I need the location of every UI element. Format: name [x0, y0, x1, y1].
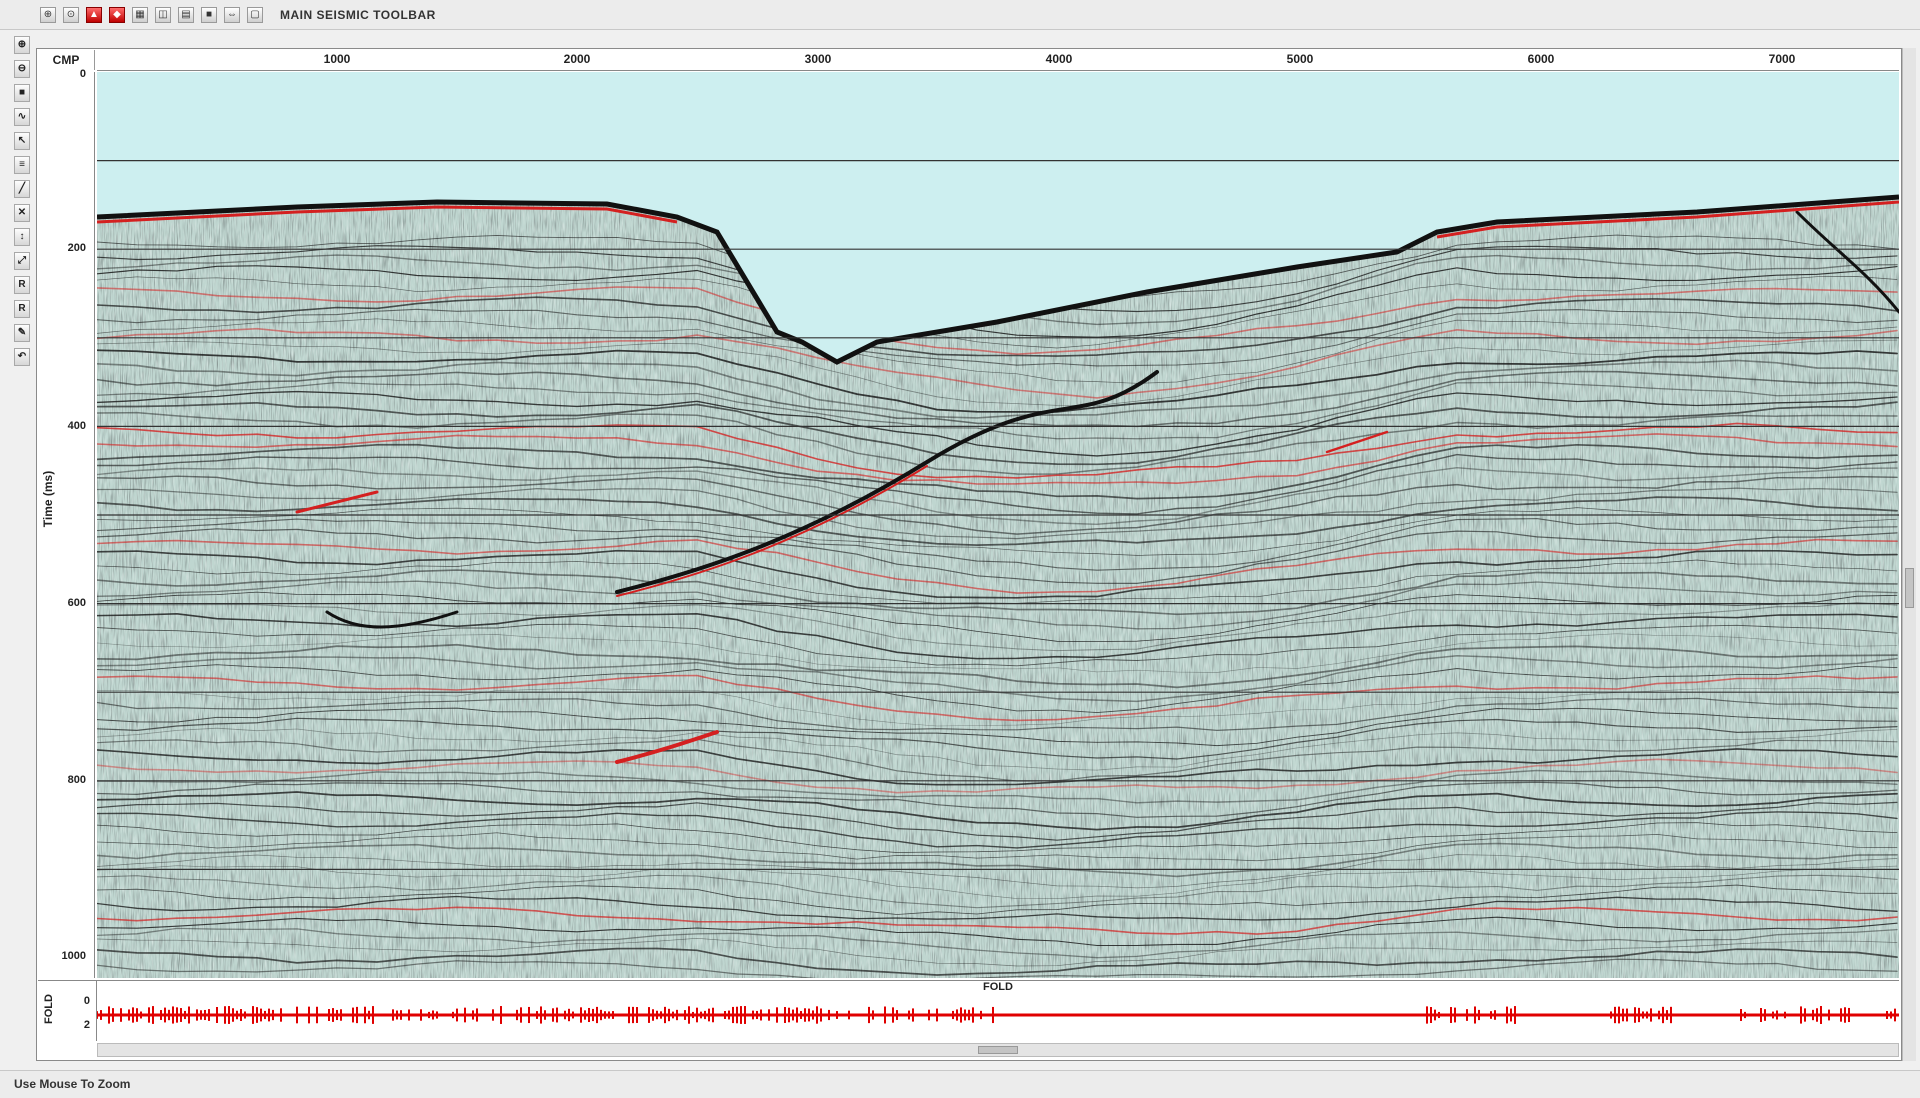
x-tick: 2000 — [563, 52, 591, 66]
zoom-in-icon[interactable]: ⊕ — [14, 36, 30, 54]
horizon-tool-icon[interactable]: ◆ — [109, 6, 125, 23]
y-tick: 0 — [79, 68, 86, 80]
pick-icon[interactable]: ✕ — [14, 204, 30, 222]
color-tool-icon[interactable]: ▲ — [86, 6, 102, 23]
reset-icon[interactable]: R — [14, 276, 30, 294]
fold-plot[interactable] — [97, 995, 1899, 1035]
x-tick: 7000 — [1768, 52, 1796, 66]
x-tick: 6000 — [1527, 52, 1555, 66]
y-axis-label: Time (ms) — [41, 470, 56, 528]
horizon-icon[interactable]: ≡ — [14, 156, 30, 174]
select-tool-icon[interactable]: ⊕ — [40, 6, 56, 23]
scale-tool-icon[interactable]: ■ — [201, 6, 217, 23]
toolbar-title: MAIN SEISMIC TOOLBAR — [280, 7, 436, 22]
fold-axis: 0 2 — [60, 981, 97, 1041]
x-axis-label: CMP — [38, 50, 95, 70]
fold-side-label: FOLD — [42, 994, 55, 1024]
x-tick: 3000 — [804, 52, 832, 66]
x-tick: 4000 — [1045, 52, 1073, 66]
cmp-ruler[interactable]: 1000 2000 3000 4000 5000 6000 7000 — [97, 50, 1899, 71]
view-tool-icon[interactable]: ◫ — [155, 6, 171, 23]
vertical-scroll-thumb[interactable] — [1905, 568, 1914, 608]
fold-tick: 0 — [83, 995, 90, 1007]
y-tick: 1000 — [61, 950, 86, 962]
status-bar: Use Mouse To Zoom — [0, 1070, 1920, 1098]
seismic-plot[interactable] — [97, 72, 1899, 978]
export-tool-icon[interactable]: ▢ — [247, 6, 263, 23]
seismic-image — [97, 72, 1899, 978]
main-toolbar: ⊕ ⊙ ▲ ◆ ▦ ◫ ▤ ■ ⇔ ▢ MAIN SEISMIC TOOLBAR — [0, 0, 1920, 30]
time-ruler[interactable]: 0 200 400 600 800 1000 Time (ms) — [38, 68, 95, 978]
move-icon[interactable]: ↕ — [14, 228, 30, 246]
y-tick: 800 — [67, 774, 86, 786]
measure-icon[interactable]: ⤢ — [14, 252, 30, 270]
zoom-tool-icon[interactable]: ⇔ — [224, 6, 240, 23]
pick-tool-icon[interactable]: ⊙ — [63, 6, 79, 23]
x-tick: 5000 — [1286, 52, 1314, 66]
left-toolbar: ⊕ ⊖ ■ ∿ ↖ ≡ ╱ ✕ ↕ ⤢ R R ✎ ↶ — [8, 36, 36, 1076]
wiggle-icon[interactable]: ∿ — [14, 108, 30, 126]
fault-icon[interactable]: ╱ — [14, 180, 30, 198]
fit-icon[interactable]: ■ — [14, 84, 30, 102]
grid-tool-icon[interactable]: ▦ — [132, 6, 148, 23]
x-tick: 1000 — [323, 52, 351, 66]
y-tick: 200 — [67, 242, 86, 254]
redraw-icon[interactable]: R — [14, 300, 30, 318]
undo-icon[interactable]: ↶ — [14, 348, 30, 366]
display-tool-icon[interactable]: ▤ — [178, 6, 194, 23]
vertical-scrollbar[interactable] — [1902, 48, 1916, 1061]
zoom-out-icon[interactable]: ⊖ — [14, 60, 30, 78]
select-icon[interactable]: ↖ — [14, 132, 30, 150]
status-text: Use Mouse To Zoom — [14, 1077, 131, 1091]
y-tick: 400 — [67, 420, 86, 432]
report-icon[interactable]: ✎ — [14, 324, 30, 342]
fold-panel: FOLD 0 2 FOLD — [38, 980, 1899, 1041]
fold-title: FOLD — [983, 981, 1013, 993]
fold-tick: 2 — [83, 1019, 90, 1031]
y-tick: 600 — [67, 597, 86, 609]
horizontal-scrollbar[interactable] — [97, 1043, 1899, 1057]
horizontal-scroll-thumb[interactable] — [978, 1046, 1018, 1054]
